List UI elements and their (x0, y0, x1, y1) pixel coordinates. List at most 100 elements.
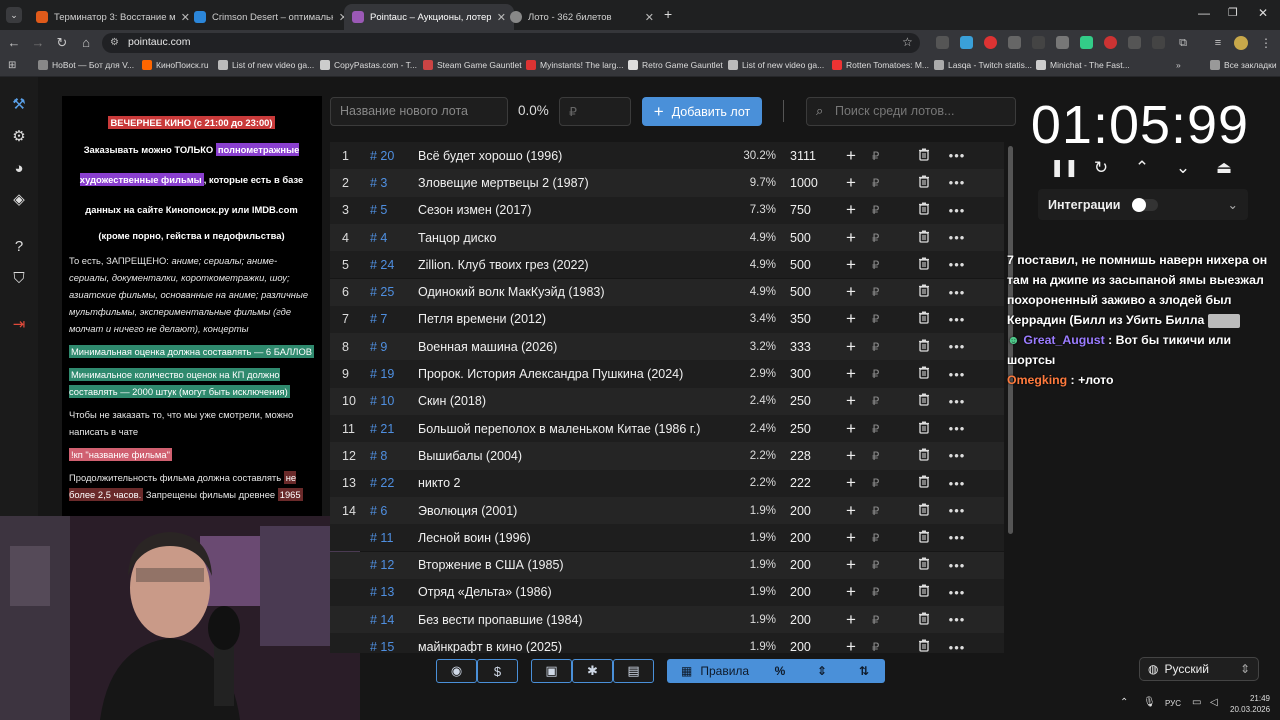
lot-name[interactable]: Пророк. История Александра Пушкина (2024… (418, 367, 718, 381)
toggle-switch[interactable] (1132, 197, 1159, 212)
add-amount-plus-icon[interactable]: + (836, 337, 866, 357)
extra-amount-input[interactable]: ₽ (866, 231, 906, 245)
add-amount-plus-icon[interactable]: + (836, 446, 866, 466)
lot-name[interactable]: Одинокий волк МакКуэйд (1983) (418, 285, 718, 299)
extension-icon[interactable] (984, 36, 997, 49)
add-amount-plus-icon[interactable]: + (836, 228, 866, 248)
bookmark-item[interactable]: CopyPastas.com - T... (320, 60, 417, 70)
more-options-icon[interactable]: ••• (942, 230, 972, 245)
all-bookmarks[interactable]: Все закладки (1210, 60, 1277, 70)
extension-icon[interactable] (1032, 36, 1045, 49)
add-amount-plus-icon[interactable]: + (836, 637, 866, 653)
delete-lot-button[interactable] (906, 448, 942, 464)
home-icon[interactable]: ⌂ (78, 34, 94, 52)
add-amount-plus-icon[interactable]: + (836, 146, 866, 166)
more-options-icon[interactable]: ••• (942, 285, 972, 300)
extra-amount-input[interactable]: ₽ (866, 394, 906, 408)
extra-amount-input[interactable]: ₽ (866, 531, 906, 545)
bookmark-item[interactable]: Retro Game Gauntlet (628, 60, 723, 70)
more-menu-icon[interactable]: ⋮ (1258, 34, 1274, 52)
save-button[interactable]: ▣ (531, 659, 572, 683)
tab-loto[interactable]: Лото - 362 билетов ✕ (502, 4, 662, 30)
lot-name[interactable]: Отряд «Дельта» (1986) (418, 585, 718, 599)
shield-icon[interactable]: ⛉ (9, 269, 29, 289)
lot-amount-input[interactable]: ₽ (559, 97, 631, 126)
language-select[interactable]: ◍ Русский ⇕ (1139, 657, 1259, 681)
extra-amount-input[interactable]: ₽ (866, 176, 906, 190)
window-close-button[interactable]: ✕ (1258, 6, 1268, 20)
extra-amount-input[interactable]: ₽ (866, 285, 906, 299)
delete-lot-button[interactable] (906, 148, 942, 164)
tray-chevron-up-icon[interactable]: ⌃ (1120, 697, 1128, 708)
gear-icon[interactable]: ⚙ (9, 127, 29, 147)
delete-lot-button[interactable] (906, 366, 942, 382)
lot-search-input[interactable]: ⌕ Поиск среди лотов... (806, 97, 1016, 126)
forward-icon[interactable]: → (30, 34, 46, 52)
tab-terminator[interactable]: Терминатор 3: Восстание маш ✕ (28, 4, 198, 30)
more-options-icon[interactable]: ••• (942, 503, 972, 518)
delete-lot-button[interactable] (906, 530, 942, 546)
more-options-icon[interactable]: ••• (942, 339, 972, 354)
tab-crimson-desert[interactable]: Crimson Desert – оптимальны ✕ (186, 4, 356, 30)
lot-name[interactable]: Всё будет хорошо (1996) (418, 149, 718, 163)
extra-amount-input[interactable]: ₽ (866, 476, 906, 490)
extra-amount-input[interactable]: ₽ (866, 149, 906, 163)
more-options-icon[interactable]: ••• (942, 394, 972, 409)
add-amount-plus-icon[interactable]: + (836, 282, 866, 302)
percent-button[interactable]: % (759, 664, 801, 678)
rules-toggle-button[interactable]: ▦ Правила (667, 664, 759, 678)
extra-amount-input[interactable]: ₽ (866, 258, 906, 272)
extra-amount-input[interactable]: ₽ (866, 558, 906, 572)
lot-name[interactable]: никто 2 (418, 476, 718, 490)
hammer-icon[interactable]: ⚒ (9, 95, 29, 115)
bookmark-item[interactable]: Steam Game Gauntlet (423, 60, 522, 70)
more-bookmarks-chevron-icon[interactable]: » (1176, 60, 1181, 70)
extra-amount-input[interactable]: ₽ (866, 504, 906, 518)
add-amount-plus-icon[interactable]: + (836, 309, 866, 329)
eject-icon[interactable]: ⏏ (1214, 158, 1234, 178)
back-icon[interactable]: ← (6, 34, 22, 52)
extension-icon[interactable] (1008, 36, 1021, 49)
delete-lot-button[interactable] (906, 584, 942, 600)
lot-name[interactable]: Танцор диско (418, 231, 718, 245)
extension-icon[interactable] (1056, 36, 1069, 49)
bookmark-item[interactable]: Minichat - The Fast... (1036, 60, 1130, 70)
extra-amount-input[interactable]: ₽ (866, 449, 906, 463)
chevron-up-icon[interactable]: ⌃ (1132, 158, 1152, 178)
more-options-icon[interactable]: ••• (942, 612, 972, 627)
add-lot-button[interactable]: + Добавить лот (642, 97, 762, 126)
bookmark-item[interactable]: КиноПоиск.ru (142, 60, 209, 70)
delete-lot-button[interactable] (906, 475, 942, 491)
more-options-icon[interactable]: ••• (942, 530, 972, 545)
tab-search-icon[interactable]: ⌄ (6, 7, 22, 23)
bookmark-item[interactable]: Rotten Tomatoes: M... (832, 60, 929, 70)
extra-amount-input[interactable]: ₽ (866, 422, 906, 436)
add-amount-plus-icon[interactable]: + (836, 419, 866, 439)
add-amount-plus-icon[interactable]: + (836, 528, 866, 548)
bookmark-item[interactable]: HoBot — Бот для V... (38, 60, 134, 70)
bookmark-item[interactable]: Lasqa - Twitch statis... (934, 60, 1032, 70)
reload-icon[interactable]: ↻ (54, 34, 70, 52)
extensions-puzzle-icon[interactable]: ⧉ (1175, 34, 1191, 52)
bookmark-item[interactable]: Myinstants! The larg... (526, 60, 623, 70)
delete-lot-button[interactable] (906, 639, 942, 653)
lot-name[interactable]: Сезон измен (2017) (418, 203, 718, 217)
extra-amount-input[interactable]: ₽ (866, 613, 906, 627)
delete-lot-button[interactable] (906, 612, 942, 628)
extra-amount-input[interactable]: ₽ (866, 203, 906, 217)
add-amount-plus-icon[interactable]: + (836, 473, 866, 493)
extra-amount-input[interactable]: ₽ (866, 585, 906, 599)
tab-pointauc[interactable]: Pointauc – Аукционы, лотере ✕ (344, 4, 514, 30)
lot-name[interactable]: Большой переполох в маленьком Китае (198… (418, 422, 718, 436)
add-amount-plus-icon[interactable]: + (836, 364, 866, 384)
lot-name[interactable]: Zillion. Клуб твоих грез (2022) (418, 258, 718, 272)
donate-button[interactable]: $ (477, 659, 518, 683)
chevron-down-icon[interactable]: ⌄ (1173, 158, 1193, 178)
extra-amount-input[interactable]: ₽ (866, 312, 906, 326)
add-amount-plus-icon[interactable]: + (836, 255, 866, 275)
microphone-icon[interactable]: 🎙 (1143, 697, 1156, 708)
more-options-icon[interactable]: ••• (942, 448, 972, 463)
new-tab-button[interactable]: + (664, 6, 672, 22)
apps-grid-icon[interactable]: ⊞ (8, 60, 16, 71)
sort-icon[interactable]: ⇅ (843, 664, 885, 678)
